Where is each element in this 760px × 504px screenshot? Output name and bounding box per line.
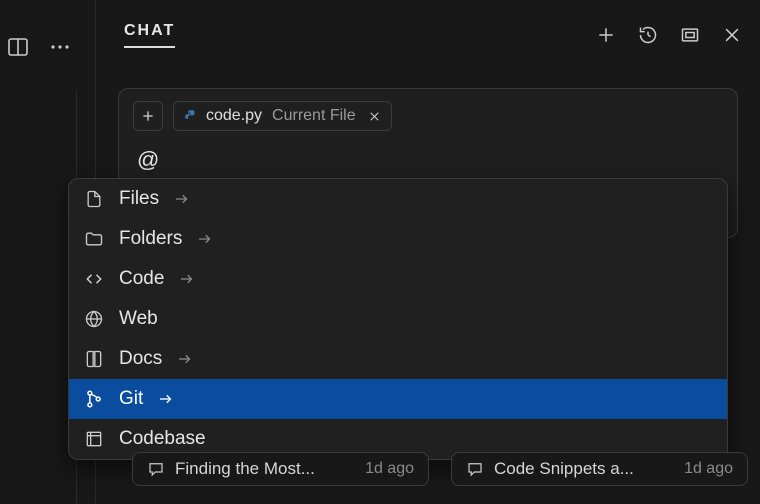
context-file-name: code.py <box>206 107 262 125</box>
arrow-right-icon <box>178 270 196 288</box>
context-menu-label: Code <box>119 268 164 290</box>
codebase-icon <box>83 429 105 449</box>
context-file-hint: Current File <box>272 107 356 125</box>
arrow-right-icon <box>157 390 175 408</box>
recent-chat-time: 1d ago <box>684 460 733 478</box>
chat-header: CHAT <box>96 0 760 70</box>
chat-icon <box>147 460 165 478</box>
close-icon[interactable] <box>722 25 742 45</box>
context-menu-item-docs[interactable]: Docs <box>69 339 727 379</box>
context-menu-item-folders[interactable]: Folders <box>69 219 727 259</box>
recent-chat-card[interactable]: Finding the Most... 1d ago <box>132 452 429 486</box>
code-icon <box>83 269 105 289</box>
web-icon <box>83 309 105 329</box>
more-actions-icon[interactable] <box>48 35 72 59</box>
context-menu-label: Web <box>119 308 158 330</box>
context-menu-item-files[interactable]: Files <box>69 179 727 219</box>
recent-chat-time: 1d ago <box>365 460 414 478</box>
arrow-right-icon <box>196 230 214 248</box>
history-icon[interactable] <box>638 25 658 45</box>
context-menu-item-web[interactable]: Web <box>69 299 727 339</box>
recent-chat-card[interactable]: Code Snippets a... 1d ago <box>451 452 748 486</box>
recent-chats-row: Finding the Most...1d agoCode Snippets a… <box>132 452 748 486</box>
dock-panel-icon[interactable] <box>680 25 700 45</box>
chat-icon <box>466 460 484 478</box>
split-editor-icon[interactable] <box>6 35 30 59</box>
python-file-icon <box>184 109 198 123</box>
context-menu-item-code[interactable]: Code <box>69 259 727 299</box>
new-chat-icon[interactable] <box>596 25 616 45</box>
arrow-right-icon <box>176 350 194 368</box>
context-menu-label: Docs <box>119 348 162 370</box>
chat-input-text[interactable]: @ <box>137 147 723 173</box>
arrow-right-icon <box>173 190 191 208</box>
context-menu-label: Folders <box>119 228 182 250</box>
add-context-button[interactable] <box>133 101 163 131</box>
recent-chat-title: Code Snippets a... <box>494 459 674 479</box>
folders-icon <box>83 229 105 249</box>
context-menu-label: Codebase <box>119 428 206 450</box>
context-menu-label: Git <box>119 388 143 410</box>
remove-context-icon[interactable] <box>368 110 381 123</box>
context-menu-item-git[interactable]: Git <box>69 379 727 419</box>
context-file-chip[interactable]: code.py Current File <box>173 101 392 131</box>
context-menu-label: Files <box>119 188 159 210</box>
context-menu: Files Folders Code Web Docs Git Codebase <box>68 178 728 460</box>
docs-icon <box>83 349 105 369</box>
chat-tab-title[interactable]: CHAT <box>124 22 175 48</box>
git-icon <box>83 389 105 409</box>
recent-chat-title: Finding the Most... <box>175 459 355 479</box>
files-icon <box>83 189 105 209</box>
